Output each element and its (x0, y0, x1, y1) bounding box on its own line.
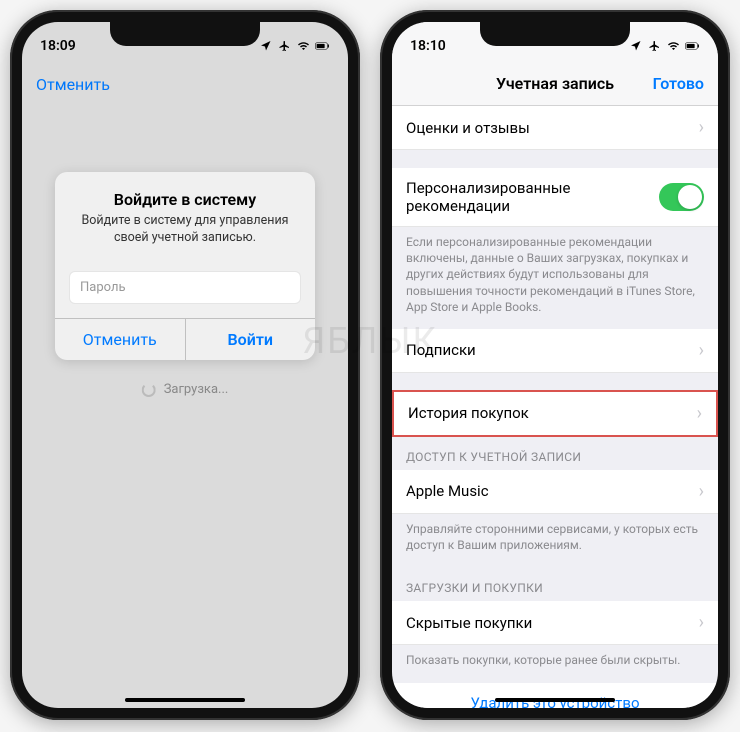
downloads-header: ЗАГРУЗКИ И ПОКУПКИ (392, 567, 718, 601)
apple-music-cell[interactable]: Apple Music › (392, 470, 718, 514)
alert-message: Войдите в систему для управления своей у… (71, 213, 299, 247)
location-icon (628, 40, 643, 52)
cell-label: История покупок (408, 404, 529, 422)
wifi-icon (666, 40, 681, 52)
subscriptions-cell[interactable]: Подписки › (392, 329, 718, 373)
password-field[interactable]: Пароль (69, 271, 301, 304)
remove-device-button[interactable]: Удалить это устройство (392, 683, 718, 709)
recommendations-footer: Если персонализированные рекомендации вк… (392, 227, 718, 329)
phone-frame-right: 18:10 Учетная запись Готово Оценки и отз… (380, 10, 730, 720)
chevron-right-icon: › (699, 340, 704, 361)
loading-indicator: Загрузка... (142, 382, 229, 397)
alert-title: Войдите в систему (71, 190, 299, 209)
cell-label: Подписки (406, 341, 476, 359)
purchase-history-cell[interactable]: История покупок › (392, 390, 718, 437)
battery-icon (685, 40, 700, 52)
status-time: 18:10 (410, 38, 446, 54)
recommendations-toggle[interactable] (659, 183, 704, 211)
notch (110, 22, 260, 46)
home-indicator[interactable] (125, 698, 245, 702)
nav-bar: Учетная запись Готово (392, 62, 718, 106)
ratings-reviews-cell[interactable]: Оценки и отзывы › (392, 106, 718, 150)
cell-label: Скрытые покупки (406, 614, 532, 632)
done-button[interactable]: Готово (653, 74, 704, 93)
loading-text: Загрузка... (164, 382, 229, 397)
status-icons (628, 40, 700, 52)
chevron-right-icon: › (699, 117, 704, 138)
spacer (392, 150, 718, 168)
notch (480, 22, 630, 46)
cell-label: Оценки и отзывы (406, 119, 530, 137)
account-access-header: ДОСТУП К УЧЕТНОЙ ЗАПИСИ (392, 436, 718, 470)
airplane-icon (647, 40, 662, 52)
cell-label: Персонализированные рекомендации (406, 179, 659, 215)
chevron-right-icon: › (699, 481, 704, 502)
spacer (392, 373, 718, 391)
alert-cancel-button[interactable]: Отменить (55, 319, 185, 360)
chevron-right-icon: › (697, 403, 702, 424)
hidden-footer: Показать покупки, которые ранее были скр… (392, 645, 718, 682)
page-title: Учетная запись (496, 74, 614, 93)
settings-list: Оценки и отзывы › Персонализированные ре… (392, 106, 718, 708)
cell-label: Apple Music (406, 482, 489, 500)
signin-alert: Войдите в систему Войдите в систему для … (55, 172, 315, 360)
modal-overlay (22, 22, 348, 708)
alert-signin-button[interactable]: Войти (185, 319, 316, 360)
hidden-purchases-cell[interactable]: Скрытые покупки › (392, 601, 718, 645)
chevron-right-icon: › (699, 612, 704, 633)
apple-music-footer: Управляйте сторонними сервисами, у котор… (392, 514, 718, 567)
recommendations-cell[interactable]: Персонализированные рекомендации (392, 168, 718, 227)
spinner-icon (142, 383, 156, 397)
phone-frame-left: 18:09 Отменить Войдите в систему Войдите… (10, 10, 360, 720)
screen-left: 18:09 Отменить Войдите в систему Войдите… (22, 22, 348, 708)
home-indicator[interactable] (495, 698, 615, 702)
screen-right: 18:10 Учетная запись Готово Оценки и отз… (392, 22, 718, 708)
